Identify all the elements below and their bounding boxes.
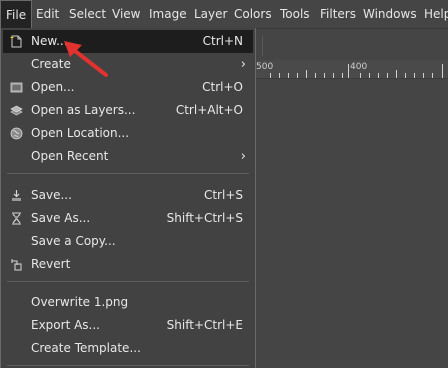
menu-item-overwrite[interactable]: Overwrite 1.png — [3, 291, 253, 314]
save-as-icon — [12, 212, 21, 225]
ruler-tick — [423, 73, 424, 78]
menu-image[interactable]: Image — [149, 0, 187, 28]
ruler-tick — [369, 73, 370, 78]
menu-separator — [7, 173, 249, 174]
ruler-tick — [279, 73, 280, 78]
menu-label-save-a-copy: Save a Copy... — [31, 234, 116, 248]
shortcut-export-as: Shift+Ctrl+E — [166, 318, 243, 332]
shortcut-open: Ctrl+O — [202, 80, 243, 94]
menu-label-open-location: Open Location... — [31, 126, 130, 140]
menu-item-new[interactable]: New... Ctrl+N — [3, 30, 253, 53]
annotation-arrow-icon — [64, 41, 108, 77]
menu-edit[interactable]: Edit — [36, 0, 59, 28]
menu-label-create-template: Create Template... — [31, 341, 141, 355]
ruler-tick — [306, 70, 307, 78]
menu-item-open-recent[interactable]: Open Recent › — [3, 145, 253, 168]
menu-label-export-as: Export As... — [31, 318, 100, 332]
open-layers-icon — [10, 105, 23, 116]
canvas-header — [256, 29, 448, 60]
chevron-right-icon: › — [240, 149, 246, 164]
menu-item-open[interactable]: Open... Ctrl+O — [3, 76, 253, 99]
chevron-right-icon: › — [240, 57, 246, 72]
ruler-tick — [297, 73, 298, 78]
menu-item-save-as[interactable]: Save As... Shift+Ctrl+S — [3, 207, 253, 230]
menu-separator — [7, 365, 249, 366]
shortcut-save: Ctrl+S — [203, 188, 243, 202]
menu-item-open-as-layers[interactable]: Open as Layers... Ctrl+Alt+O — [3, 99, 253, 122]
ruler-tick — [324, 73, 325, 78]
menu-help[interactable]: Help — [424, 0, 448, 28]
menu-tools[interactable]: Tools — [280, 0, 310, 28]
ruler-tick — [387, 73, 388, 78]
menu-item-save-a-copy[interactable]: Save a Copy... — [3, 230, 253, 253]
ruler-tick — [348, 64, 349, 78]
ruler-tick — [333, 73, 334, 78]
ruler-tick — [288, 73, 289, 78]
menu-layer[interactable]: Layer — [194, 0, 227, 28]
menu-item-export-as[interactable]: Export As... Shift+Ctrl+E — [3, 314, 253, 337]
open-icon — [10, 82, 23, 93]
menu-item-revert[interactable]: Revert — [3, 253, 253, 276]
menu-label-overwrite: Overwrite 1.png — [31, 295, 129, 309]
shortcut-open-as-layers: Ctrl+Alt+O — [175, 103, 243, 117]
save-icon — [12, 190, 21, 201]
menu-label-revert: Revert — [31, 257, 71, 271]
ruler-tick — [315, 73, 316, 78]
ruler-tick — [342, 73, 343, 78]
ruler-tick — [270, 73, 271, 78]
menu-colors[interactable]: Colors — [234, 0, 272, 28]
menu-item-open-location[interactable]: Open Location... — [3, 122, 253, 145]
menu-label-save-as: Save As... — [31, 211, 91, 225]
ruler-tick — [378, 73, 379, 78]
app-window: File Edit Select View Image Layer Colors… — [0, 0, 448, 368]
new-document-icon — [10, 35, 22, 48]
menu-view[interactable]: View — [112, 0, 140, 28]
menu-bar: File Edit Select View Image Layer Colors… — [0, 0, 448, 29]
image-tab-divider — [262, 36, 263, 56]
menu-label-open-recent: Open Recent — [31, 149, 109, 163]
ruler-label-500: 500 — [256, 62, 274, 72]
ruler-tick — [414, 73, 415, 78]
menu-filters[interactable]: Filters — [320, 0, 356, 28]
menu-item-create[interactable]: Create › — [3, 53, 253, 76]
ruler-tick — [360, 73, 361, 78]
menu-file[interactable]: File — [0, 0, 33, 28]
ruler-label-400: 400 — [350, 62, 368, 72]
shortcut-save-as: Shift+Ctrl+S — [166, 211, 243, 225]
menu-label-save: Save... — [31, 188, 72, 202]
ruler-tick — [396, 70, 397, 78]
shortcut-new: Ctrl+N — [202, 34, 243, 48]
globe-icon — [10, 127, 23, 140]
horizontal-ruler[interactable]: 500 400 — [256, 60, 448, 79]
ruler-tick — [405, 73, 406, 78]
ruler-tick — [442, 64, 443, 78]
ruler-tick — [432, 73, 433, 78]
file-menu-dropdown: New... Ctrl+N Create › Open... Ctrl+O Op… — [0, 28, 256, 368]
revert-icon — [11, 259, 22, 271]
menu-item-save[interactable]: Save... Ctrl+S — [3, 184, 253, 207]
menu-windows[interactable]: Windows — [363, 0, 417, 28]
menu-select[interactable]: Select — [69, 0, 106, 28]
menu-item-create-template[interactable]: Create Template... — [3, 337, 253, 360]
menu-label-open-as-layers: Open as Layers... — [31, 103, 136, 117]
menu-separator — [7, 281, 249, 282]
